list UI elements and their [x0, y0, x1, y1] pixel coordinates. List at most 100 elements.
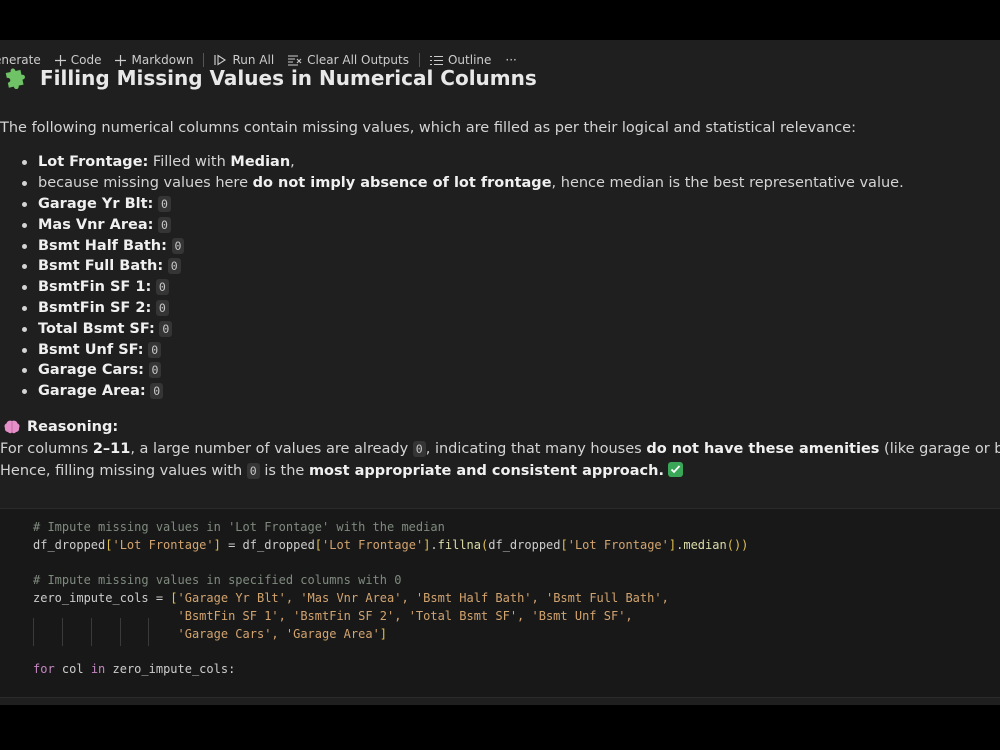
intro-paragraph: The following numerical columns contain …: [0, 120, 856, 136]
reasoning-text: Hence, filling missing values with: [0, 463, 247, 479]
run-all-label: Run All: [232, 53, 275, 67]
code-token: ]: [213, 537, 221, 552]
list-item: BsmtFin SF 2: 0: [20, 298, 184, 319]
code-token: df_dropped: [33, 537, 106, 552]
outline-button[interactable]: Outline: [429, 53, 492, 67]
add-code-cell-button[interactable]: Code: [54, 53, 102, 67]
list-item-text: Filled with: [148, 154, 231, 170]
list-item: Total Bsmt SF: 0: [20, 319, 184, 340]
code-cell[interactable]: # Impute missing values in 'Lot Frontage…: [0, 508, 1000, 698]
list-item-label: Total Bsmt SF:: [38, 320, 155, 337]
list-item: Mas Vnr Area: 0: [20, 215, 184, 236]
outline-icon: [429, 55, 443, 65]
list-item-label: Garage Area:: [38, 383, 146, 400]
list-item-label: Mas Vnr Area:: [38, 216, 154, 233]
puzzle-piece-icon: [5, 68, 25, 89]
list-item-text: , hence median is the best representativ…: [551, 174, 904, 191]
run-all-icon: [214, 54, 227, 66]
toolbar-divider: [418, 53, 420, 67]
inline-code: 0: [155, 299, 169, 316]
list-item: Garage Cars: 0: [20, 360, 184, 381]
list-item: BsmtFin SF 1: 0: [20, 277, 184, 298]
list-item-label: Bsmt Unf SF:: [38, 341, 144, 358]
plus-icon: [115, 54, 127, 66]
outline-label: Outline: [447, 53, 492, 67]
toolbar-divider: [203, 53, 205, 67]
inline-code: 0: [412, 441, 426, 457]
clear-outputs-label: Clear All Outputs: [307, 53, 409, 67]
reasoning-heading-text: Reasoning:: [27, 419, 119, 435]
list-item-label: Garage Cars:: [38, 362, 144, 379]
notebook-editor: enerate Code Markdown Run All Clear All …: [0, 40, 1000, 705]
list-item-label: BsmtFin SF 2:: [38, 299, 152, 316]
list-item: Lot Frontage: Filled with Median,: [20, 152, 904, 173]
reasoning-heading: Reasoning:: [4, 419, 118, 435]
list-item-label: Lot Frontage:: [38, 154, 149, 170]
list-item: Bsmt Half Bath: 0: [20, 236, 185, 257]
inline-code: 0: [167, 258, 181, 275]
inline-code: 0: [159, 320, 173, 337]
more-actions-button[interactable]: ···: [505, 53, 516, 67]
code-token: 'Garage Yr Blt', 'Mas Vnr Area', 'Bsmt H…: [177, 591, 669, 606]
code-token: median: [683, 537, 727, 552]
code-token: 'Lot Frontage': [322, 537, 424, 552]
reasoning-text: , indicating that many houses: [425, 441, 647, 457]
code-token: df_dropped: [488, 537, 561, 552]
plus-icon: [54, 54, 66, 66]
markdown-heading: Filling Missing Values in Numerical Colu…: [4, 66, 537, 90]
code-token: = df_dropped: [220, 537, 315, 552]
list-item: Garage Yr Blt: 0: [20, 194, 184, 215]
heading-text: Filling Missing Values in Numerical Colu…: [40, 66, 537, 90]
code-keyword: for: [33, 662, 55, 677]
run-all-button[interactable]: Run All: [214, 53, 274, 67]
code-token: ()): [726, 537, 749, 552]
clear-outputs-icon: [288, 55, 302, 66]
inline-code: 0: [246, 463, 260, 479]
reasoning-bold: most appropriate and consistent approach…: [308, 463, 664, 479]
ellipsis-icon: ···: [505, 53, 517, 67]
code-token: col: [54, 662, 91, 677]
list-item-text: ,: [290, 154, 295, 170]
code-token: 'Garage Cars', 'Garage Area': [177, 626, 380, 641]
screen: enerate Code Markdown Run All Clear All …: [0, 0, 1000, 750]
list-item-bold: do not imply absence of lot frontage: [252, 174, 552, 191]
list-item: Bsmt Full Bath: 0: [20, 256, 184, 277]
inline-code: 0: [171, 237, 185, 254]
reasoning-text: , a large number of values are already: [130, 441, 413, 457]
code-token: 'BsmtFin SF 1', 'BsmtFin SF 2', 'Total B…: [177, 608, 633, 623]
clear-all-outputs-button[interactable]: Clear All Outputs: [288, 53, 409, 67]
reasoning-bold: do not have these amenities: [646, 441, 880, 457]
list-item-text: because missing values here: [38, 174, 253, 191]
code-token: ]: [379, 626, 388, 641]
inline-code: 0: [148, 362, 162, 379]
list-item: Garage Area: 0: [20, 381, 184, 402]
code-editor[interactable]: # Impute missing values in 'Lot Frontage…: [33, 519, 748, 679]
reasoning-text: is the: [259, 463, 309, 479]
inline-code: 0: [148, 341, 162, 358]
code-comment: # Impute missing values in specified col…: [33, 573, 402, 588]
code-token: [: [170, 591, 178, 606]
code-label: Code: [70, 53, 102, 67]
inline-code: 0: [158, 216, 171, 233]
code-keyword: in: [90, 662, 106, 677]
zero-columns-list: Garage Yr Blt: 0 Mas Vnr Area: 0 Bsmt Half…: [20, 194, 185, 402]
list-item: Bsmt Unf SF: 0: [20, 340, 184, 361]
list-item-continuation: because missing values here do not imply…: [20, 173, 904, 194]
add-markdown-cell-button[interactable]: Markdown: [115, 53, 193, 67]
columns-list: Lot Frontage: Filled with Median, becaus…: [20, 152, 904, 194]
code-token: [: [560, 537, 568, 552]
reasoning-bold: 2–11: [92, 441, 131, 457]
list-item-label: Bsmt Full Bath:: [38, 258, 164, 275]
brain-icon: [4, 420, 20, 434]
code-token: .: [430, 537, 438, 552]
code-token: 'Lot Frontage': [112, 537, 214, 552]
code-token: fillna: [437, 537, 482, 552]
generate-button[interactable]: enerate: [0, 53, 41, 67]
list-item-label: BsmtFin SF 1:: [38, 279, 152, 296]
code-token: zero_impute_cols:: [105, 662, 236, 677]
reasoning-line-2: Hence, filling missing values with 0 is …: [0, 462, 683, 479]
markdown-label: Markdown: [131, 53, 194, 67]
list-item-label: Bsmt Half Bath:: [38, 237, 167, 254]
reasoning-line-1: For columns 2–11, a large number of valu…: [0, 441, 1000, 457]
reasoning-text: (like garage or basement).: [884, 441, 1000, 457]
